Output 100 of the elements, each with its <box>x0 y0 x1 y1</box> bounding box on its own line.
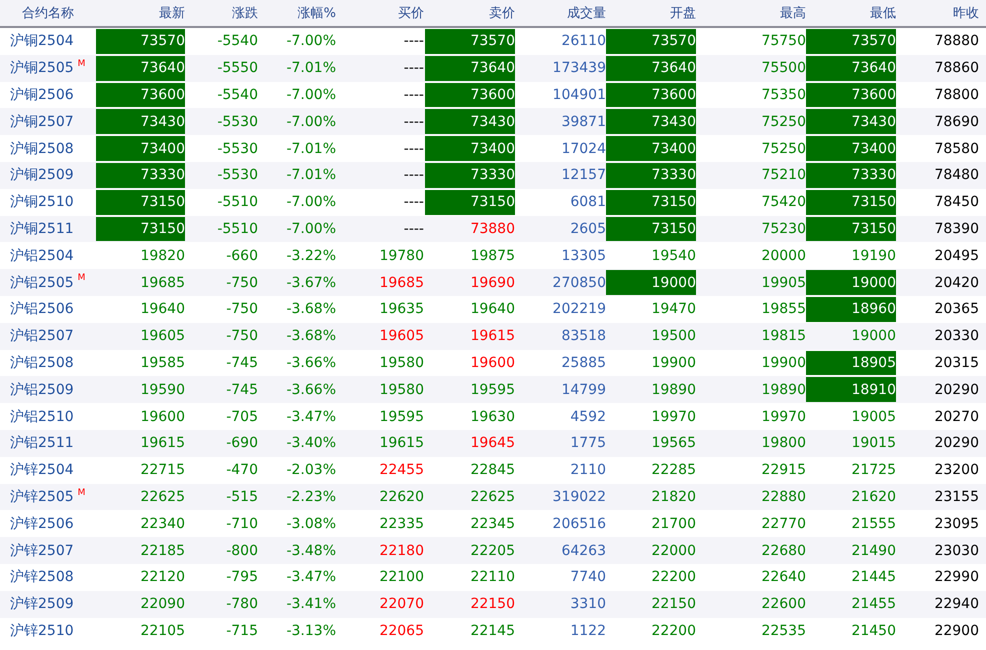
table-cell-text: 21555 <box>850 514 896 534</box>
table-cell-text: -7.00% <box>285 193 337 212</box>
table-cell-text: 22120 <box>139 568 185 588</box>
table-cell-text: 19855 <box>760 300 806 320</box>
table-cell-text: 22880 <box>760 488 806 507</box>
table-cell: 19000 <box>606 270 696 295</box>
table-cell-text: 23095 <box>933 514 980 534</box>
table-cell-text: -2.23% <box>285 488 337 507</box>
table-cell-text: -5530 <box>216 112 259 132</box>
table-cell: 73640 <box>806 56 896 81</box>
table-cell-text: 78480 <box>933 166 980 186</box>
table-cell-text: 21725 <box>850 461 896 480</box>
table-cell-text: -7.00% <box>285 220 337 239</box>
table-cell-text: 83518 <box>560 327 606 346</box>
table-cell-text: 19905 <box>760 274 806 293</box>
contract-name: 沪锌2507 <box>10 542 74 560</box>
table-row[interactable]: 沪铜2505 M 73640 -5550 -7.01% ---- 73640 173439 73640 75500 73640 78860 <box>0 54 986 82</box>
table-cell: 73150 <box>606 190 696 215</box>
table-cell-text: 21455 <box>850 595 896 614</box>
table-cell-text: 1775 <box>569 434 606 454</box>
table-cell-text: 21490 <box>850 542 896 561</box>
table-cell-text: 6081 <box>569 193 606 212</box>
table-row[interactable]: 沪铜2507 73430 -5530 -7.00% ---- 73430 39871 73430 75250 73430 78690 <box>0 108 986 136</box>
table-cell-text: 173439 <box>552 59 606 78</box>
table-row[interactable]: 沪铝2511 19615 -690 -3.40% 19615 19645 1775 19565 19800 19015 20290 <box>0 430 986 457</box>
table-cell-text: -780 <box>225 595 259 614</box>
column-header[interactable]: 买价 <box>343 4 425 22</box>
table-cell-text: 19800 <box>760 434 806 454</box>
table-cell-text: 22150 <box>469 595 515 614</box>
table-cell-text: 22000 <box>650 542 696 561</box>
table-cell-text: ---- <box>402 140 425 159</box>
contract-name: 沪锌2504 <box>10 461 74 480</box>
column-header[interactable]: 最高 <box>696 4 806 22</box>
table-row[interactable]: 沪铝2509 19590 -745 -3.66% 19580 19595 14799 19890 19890 18910 20290 <box>0 376 986 404</box>
column-header[interactable]: 合约名称 <box>0 4 96 22</box>
table-row[interactable]: 沪铜2509 73330 -5530 -7.01% ---- 73330 12157 73330 75210 73330 78480 <box>0 162 986 189</box>
column-header[interactable]: 最低 <box>806 4 896 22</box>
table-row[interactable]: 沪铝2508 19585 -745 -3.66% 19580 19600 25885 19900 19900 18905 20315 <box>0 350 986 376</box>
table-cell-text: 206516 <box>552 514 606 534</box>
table-cell-text: 22200 <box>650 622 696 641</box>
table-cell-text: 22185 <box>139 542 185 561</box>
table-cell-text: 22090 <box>139 595 185 614</box>
table-cell-text: 75750 <box>760 32 806 52</box>
table-cell-text: 19875 <box>469 246 515 266</box>
column-header[interactable]: 昨收 <box>896 4 986 22</box>
table-cell-text: 73880 <box>469 220 515 239</box>
table-cell-text: 19190 <box>850 246 896 266</box>
table-cell-text: 19595 <box>469 380 515 400</box>
table-cell-text: 75420 <box>760 193 806 212</box>
table-row[interactable]: 沪铝2505 M 19685 -750 -3.67% 19685 19690 270850 19000 19905 19000 20420 <box>0 269 986 296</box>
table-cell-text: 22680 <box>760 542 806 561</box>
column-header[interactable]: 最新 <box>96 4 185 22</box>
table-cell-text: -7.00% <box>285 112 337 132</box>
table-cell-text: 19685 <box>139 274 185 293</box>
table-cell-text: 22640 <box>760 568 806 588</box>
table-row[interactable]: 沪铜2511 73150 -5510 -7.00% ---- 73880 2605 73150 75230 73150 78390 <box>0 216 986 242</box>
table-cell-text: 20330 <box>933 327 980 346</box>
table-cell-text: -3.13% <box>285 622 337 641</box>
table-cell-text: 22145 <box>469 622 515 641</box>
column-header[interactable]: 涨跌 <box>185 4 263 22</box>
table-cell: 73600 <box>606 82 696 108</box>
column-header[interactable]: 涨幅% <box>263 4 343 22</box>
column-header[interactable]: 开盘 <box>606 4 696 22</box>
table-cell-text: 19605 <box>378 327 425 346</box>
table-cell-text: 104901 <box>552 86 606 105</box>
table-cell: 73330 <box>425 162 515 188</box>
table-cell-text: 75250 <box>760 112 806 132</box>
table-cell-text: 19470 <box>650 300 696 320</box>
table-cell-text: 23030 <box>933 542 980 561</box>
table-cell-text: 20290 <box>933 380 980 400</box>
contract-name: 沪铜2507 <box>10 112 74 131</box>
table-row[interactable]: 沪锌2505 M 22625 -515 -2.23% 22620 22625 319022 21820 22880 21620 23155 <box>0 484 986 510</box>
table-cell: 73150 <box>806 190 896 215</box>
table-cell-text: 19630 <box>469 408 515 427</box>
column-header[interactable]: 成交量 <box>515 4 606 22</box>
table-row[interactable]: 沪锌2507 22185 -800 -3.48% 22180 22205 64263 22000 22680 21490 23030 <box>0 537 986 564</box>
table-cell-text: 19540 <box>650 246 696 266</box>
table-cell: 73150 <box>96 216 185 242</box>
table-cell-text: -750 <box>225 327 259 346</box>
table-cell-text: 19970 <box>650 408 696 427</box>
table-cell-text: 22345 <box>469 514 515 534</box>
table-cell: 73150 <box>425 190 515 215</box>
column-header[interactable]: 卖价 <box>425 4 515 22</box>
table-cell-text: -3.47% <box>285 408 337 427</box>
table-row[interactable]: 沪锌2509 22090 -780 -3.41% 22070 22150 3310 22150 22600 21455 22940 <box>0 590 986 618</box>
table-cell-text: 22940 <box>933 595 980 614</box>
table-row[interactable]: 沪铜2506 73600 -5540 -7.00% ---- 73600 104901 73600 75350 73600 78800 <box>0 82 986 108</box>
table-cell: 73150 <box>806 216 896 242</box>
table-cell-text: 39871 <box>560 112 606 132</box>
table-cell-text: 22070 <box>378 595 425 614</box>
contract-name: 沪锌2508 <box>10 568 74 586</box>
table-cell-text: -5510 <box>216 220 259 239</box>
table-cell-text: -3.68% <box>285 327 337 346</box>
table-row[interactable]: 沪铝2507 19605 -750 -3.68% 19605 19615 83518 19500 19815 19000 20330 <box>0 322 986 350</box>
table-cell: 73400 <box>606 136 696 161</box>
table-cell-text: 22105 <box>139 622 185 641</box>
table-cell-text: 21620 <box>850 488 896 507</box>
table-cell-text: 7740 <box>569 568 606 588</box>
table-cell-text: 19890 <box>760 380 806 400</box>
table-cell-text: -795 <box>225 568 259 588</box>
